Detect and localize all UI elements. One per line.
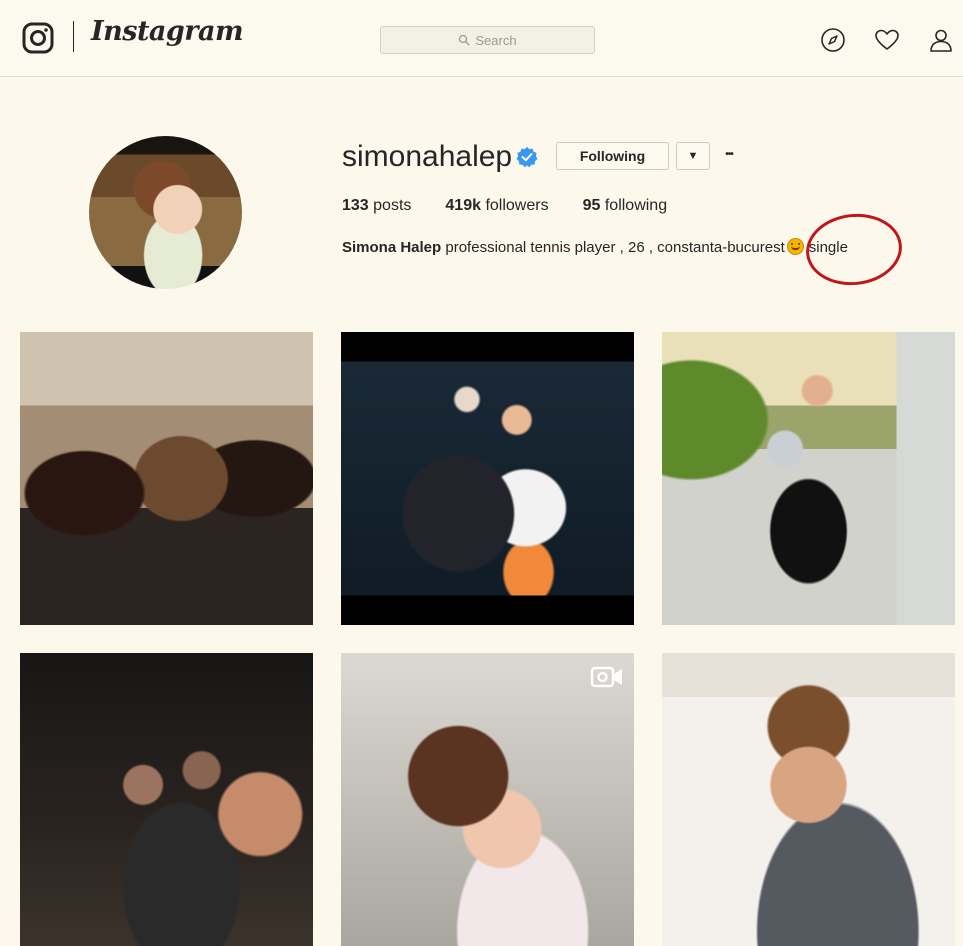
search-placeholder: Search <box>475 32 517 48</box>
video-camera-icon <box>590 666 622 688</box>
instagram-camera-icon[interactable] <box>22 22 54 54</box>
instagram-wordmark[interactable]: Instagram <box>91 16 244 47</box>
posts-stat: 133 posts <box>342 197 411 215</box>
search-icon <box>459 34 470 46</box>
bio-text: professional tennis player , 26 , consta… <box>445 239 785 256</box>
suggestions-dropdown-button[interactable]: ▼ <box>676 142 710 170</box>
logo-divider <box>73 21 74 52</box>
profile-username: simonahalep <box>342 140 513 173</box>
followers-label: followers <box>485 197 549 214</box>
annotation-red-circle <box>802 209 906 290</box>
post-thumbnail[interactable] <box>662 332 955 625</box>
top-navigation-bar: Instagram Search <box>0 0 963 77</box>
following-stat[interactable]: 95 following <box>583 197 668 215</box>
smiley-emoji-icon <box>786 238 804 255</box>
following-label: following <box>604 197 668 214</box>
profile-avatar[interactable] <box>89 136 242 289</box>
explore-compass-icon[interactable] <box>820 27 846 53</box>
search-input[interactable]: Search <box>380 26 595 54</box>
bio-full-name: Simona Halep <box>342 239 442 256</box>
following-count: 95 <box>582 197 601 214</box>
following-button[interactable]: Following <box>556 142 669 170</box>
followers-stat[interactable]: 419k followers <box>445 197 548 215</box>
more-options-icon[interactable]: ••• <box>720 144 738 166</box>
heart-activity-icon[interactable] <box>874 27 900 53</box>
followers-count: 419k <box>445 197 481 214</box>
post-thumbnail[interactable] <box>20 653 313 946</box>
profile-user-icon[interactable] <box>928 27 954 53</box>
profile-bio: Simona Halep professional tennis player … <box>342 238 848 256</box>
post-thumbnail[interactable] <box>662 653 955 946</box>
post-thumbnail[interactable] <box>20 332 313 625</box>
posts-label: posts <box>373 197 412 214</box>
profile-stats: 133 posts 419k followers 95 following <box>342 197 701 215</box>
posts-count: 133 <box>342 197 369 214</box>
post-thumbnail[interactable] <box>341 653 634 946</box>
post-thumbnail[interactable] <box>341 332 634 625</box>
verified-badge-icon <box>516 147 538 168</box>
